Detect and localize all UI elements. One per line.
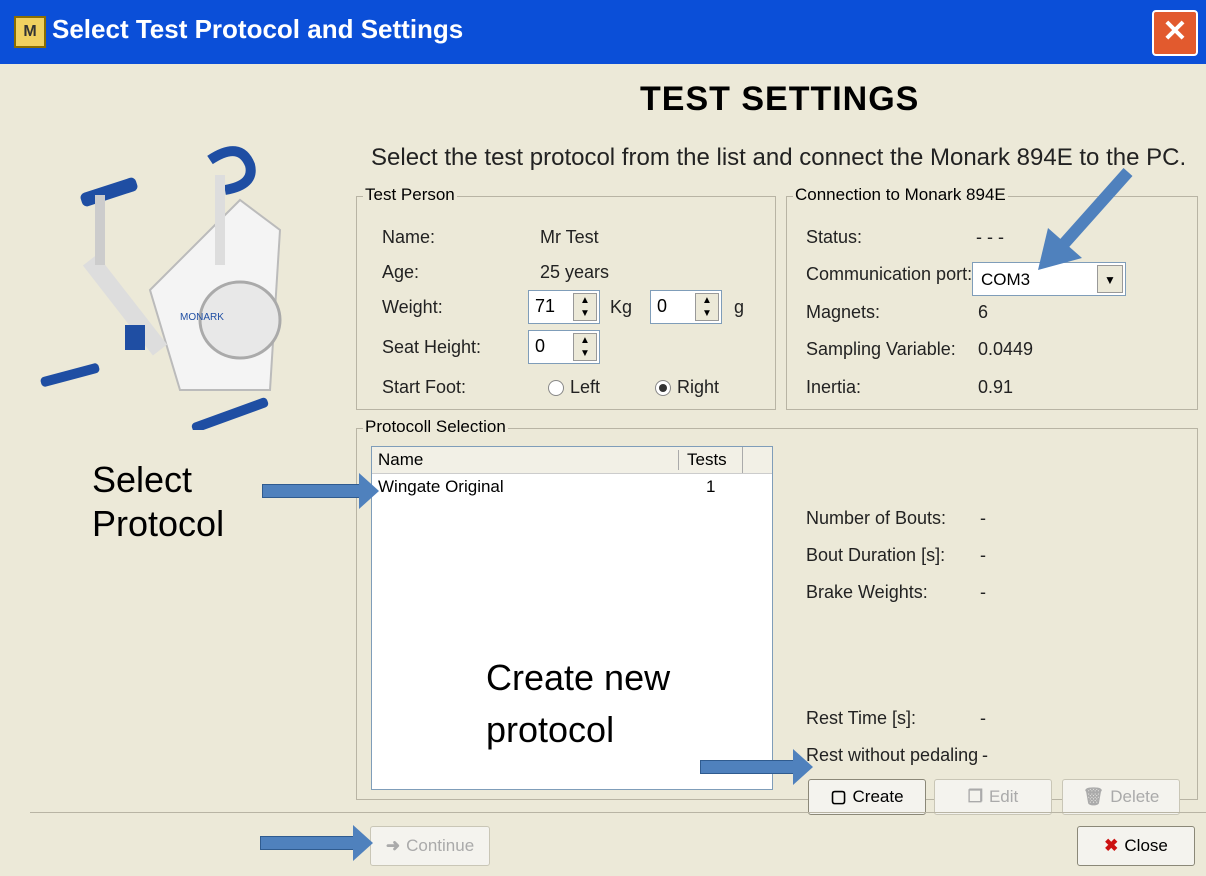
spinner-arrows-icon[interactable]: ▲ ▼ — [573, 333, 597, 361]
title-close-button[interactable]: ✕ — [1152, 10, 1198, 56]
create-button[interactable]: ▢ Create — [808, 779, 926, 815]
bike-illustration: MONARK — [40, 146, 282, 430]
dialog-window: M Select Test Protocol and Settings ✕ MO… — [0, 0, 1206, 876]
title-bar: M Select Test Protocol and Settings ✕ — [0, 0, 1206, 64]
name-label: Name: — [382, 227, 436, 247]
status-label: Status: — [806, 227, 863, 247]
close-button-label: Close — [1124, 836, 1168, 855]
arrow-to-protocol-icon — [262, 473, 379, 509]
duration-value: - — [980, 545, 986, 565]
sampling-value: 0.0449 — [978, 339, 1034, 359]
port-select-value: COM3 — [981, 270, 1031, 289]
app-icon: M — [14, 16, 46, 48]
create-new-line1: Create new — [486, 657, 671, 698]
rest-label: Rest Time [s]: — [806, 708, 917, 728]
arrow-to-continue-icon — [260, 825, 373, 861]
rest-value: - — [980, 708, 986, 728]
trash-icon: 🗑 — [1082, 787, 1105, 806]
continue-button-label: Continue — [406, 836, 475, 855]
weight-kg-unit: Kg — [610, 297, 633, 317]
edit-button-label: Edit — [988, 787, 1019, 806]
inertia-label: Inertia: — [806, 377, 862, 397]
weight-g-unit: g — [734, 297, 745, 317]
weight-kg-spinner[interactable]: 71 ▲ ▼ — [528, 290, 600, 324]
seat-height-spinner[interactable]: 0 ▲ ▼ — [528, 330, 600, 364]
rest-no-pedal-value: - — [982, 745, 988, 765]
start-foot-left-label: Left — [570, 377, 601, 397]
page-heading: TEST SETTINGS — [640, 80, 920, 118]
delete-button[interactable]: 🗑 Delete — [1062, 779, 1180, 815]
radio-checked-icon[interactable] — [655, 380, 671, 397]
create-new-line2: protocol — [486, 709, 615, 750]
brake-value: - — [980, 582, 986, 602]
seat-height-label: Seat Height: — [382, 337, 482, 357]
weight-kg-value: 71 — [535, 296, 556, 316]
select-protocol-line2: Protocol — [92, 503, 225, 544]
status-value: - - - — [976, 227, 1004, 247]
start-foot-left-radio[interactable]: Left — [548, 377, 600, 398]
protocol-list-header: Name Tests — [372, 447, 772, 474]
magnets-value: 6 — [978, 302, 989, 322]
edit-button[interactable]: ❐ Edit — [934, 779, 1052, 815]
create-button-label: Create — [852, 787, 904, 806]
delete-button-label: Delete — [1110, 787, 1160, 806]
brake-label: Brake Weights: — [806, 582, 928, 602]
age-label: Age: — [382, 262, 420, 282]
duration-label: Bout Duration [s]: — [806, 545, 946, 565]
test-person-legend: Test Person — [363, 185, 457, 205]
age-value: 25 years — [540, 262, 610, 282]
radio-icon[interactable] — [548, 380, 564, 397]
column-header-name[interactable]: Name — [378, 450, 423, 470]
arrow-to-port-icon — [1038, 168, 1133, 270]
weight-label: Weight: — [382, 297, 443, 317]
start-foot-label: Start Foot: — [382, 377, 467, 397]
window-title: Select Test Protocol and Settings — [52, 14, 464, 44]
seat-height-value: 0 — [535, 336, 546, 356]
sampling-label: Sampling Variable: — [806, 339, 956, 359]
edit-icon: ❐ — [967, 787, 983, 806]
arrow-to-create-icon — [700, 749, 813, 785]
name-value: Mr Test — [540, 227, 599, 247]
protocol-selection-legend: Protocoll Selection — [363, 417, 508, 437]
start-foot-right-radio[interactable]: Right — [655, 377, 719, 398]
weight-g-spinner[interactable]: 0 ▲ ▼ — [650, 290, 722, 324]
new-document-icon: ▢ — [830, 787, 847, 806]
protocol-tests-cell: 1 — [706, 477, 716, 496]
protocol-name-cell: Wingate Original — [378, 477, 504, 496]
create-new-callout: Create new protocol — [486, 656, 670, 752]
weight-g-value: 0 — [657, 296, 668, 316]
bouts-value: - — [980, 508, 986, 528]
select-protocol-callout: Select Protocol — [92, 458, 224, 546]
bouts-label: Number of Bouts: — [806, 508, 947, 528]
close-x-icon: ✖ — [1104, 836, 1119, 855]
port-label: Communication port: — [806, 264, 973, 284]
magnets-label: Magnets: — [806, 302, 881, 322]
column-divider — [742, 447, 743, 473]
connection-legend: Connection to Monark 894E — [793, 185, 1008, 205]
rest-no-pedal-label: Rest without pedaling — [806, 745, 979, 765]
continue-button[interactable]: ➜ Continue — [370, 826, 490, 866]
column-header-tests[interactable]: Tests — [678, 450, 751, 470]
spinner-arrows-icon[interactable]: ▲ ▼ — [695, 293, 719, 321]
footer-divider — [30, 812, 1206, 813]
inertia-value: 0.91 — [978, 377, 1014, 397]
list-item[interactable]: Wingate Original 1 — [372, 477, 772, 501]
select-protocol-line1: Select — [92, 459, 193, 500]
svg-text:MONARK: MONARK — [180, 312, 224, 323]
close-button[interactable]: ✖ Close — [1077, 826, 1195, 866]
continue-arrow-icon: ➜ — [385, 836, 401, 855]
start-foot-right-label: Right — [677, 377, 720, 397]
spinner-arrows-icon[interactable]: ▲ ▼ — [573, 293, 597, 321]
